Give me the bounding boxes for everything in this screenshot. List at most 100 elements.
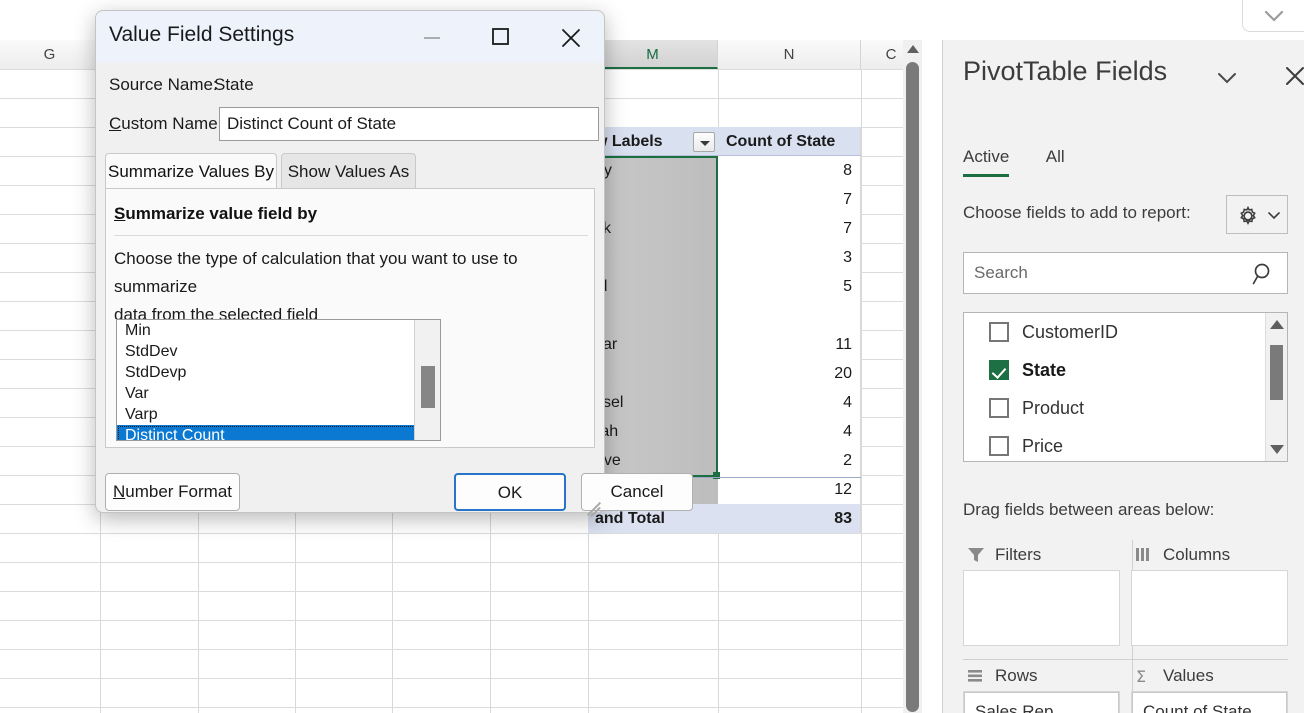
field-chip-rows-chevron-down-icon[interactable]: [1092, 706, 1108, 713]
field-list[interactable]: CustomerIDState Product Price: [963, 312, 1288, 462]
scroll-thumb[interactable]: [906, 62, 919, 712]
pivot-row[interactable]: eve2: [588, 446, 861, 475]
pivot-row[interactable]: 3: [588, 243, 861, 272]
field-list-item[interactable]: Price: [964, 427, 1287, 462]
pivot-row-label: e: [588, 359, 718, 388]
area-rows[interactable]: Rows Sales Rep: [963, 661, 1120, 713]
panel-menu-chevron-down-icon[interactable]: [1213, 68, 1241, 93]
pivot-row[interactable]: car11: [588, 330, 861, 359]
calculation-type-listbox[interactable]: MinStdDevStdDevpVarVarpDistinct Count: [116, 319, 441, 441]
checkbox-icon[interactable]: [989, 436, 1009, 456]
calculation-option[interactable]: Var: [117, 383, 440, 404]
area-filters-label: Filters: [995, 545, 1041, 564]
area-columns-dropzone[interactable]: [1131, 570, 1288, 646]
pivot-row-value: 5: [718, 272, 861, 301]
ok-button[interactable]: OK: [454, 473, 566, 511]
field-list-scroll-thumb[interactable]: [1270, 345, 1283, 400]
tab-summarize-values-by[interactable]: Summarize Values By: [105, 153, 277, 189]
custom-name-input[interactable]: Distinct Count of State: [219, 107, 599, 141]
pivot-header-row: w Labels Count of State: [588, 127, 861, 156]
pivot-row[interactable]: rah4: [588, 417, 861, 446]
pivot-row[interactable]: ssel4: [588, 388, 861, 417]
grid-column-line: [861, 69, 862, 713]
field-list-item-label: Product: [1022, 398, 1084, 418]
tab-active[interactable]: Active: [963, 145, 1009, 177]
field-list-scroll-up-arrow-icon[interactable]: [1270, 320, 1284, 329]
field-search-input[interactable]: Search: [963, 252, 1288, 294]
calculation-option[interactable]: Varp: [117, 404, 440, 425]
minimize-icon: [420, 27, 444, 47]
calculation-option[interactable]: StdDev: [117, 341, 440, 362]
field-list-item[interactable]: CustomerID: [964, 313, 1287, 351]
field-chip-rows[interactable]: Sales Rep: [964, 692, 1119, 713]
column-header-N[interactable]: N: [718, 40, 861, 69]
checkbox-checked-icon[interactable]: [989, 360, 1009, 380]
pivot-row[interactable]: [588, 301, 861, 330]
filter-icon: [965, 544, 987, 566]
checkbox-icon[interactable]: [989, 398, 1009, 418]
field-list-tools-button[interactable]: [1226, 195, 1288, 234]
field-chip-values[interactable]: Count of State: [1132, 692, 1287, 713]
area-rows-dropzone[interactable]: Sales Rep: [963, 691, 1120, 713]
panel-close-icon[interactable]: [1281, 62, 1304, 95]
field-chip-rows-label: Sales Rep: [975, 702, 1053, 713]
close-button[interactable]: [548, 11, 594, 63]
rows-icon: [965, 665, 987, 687]
field-list-item[interactable]: Product: [964, 389, 1287, 427]
pivot-row[interactable]: e20: [588, 359, 861, 388]
pivot-row[interactable]: b7: [588, 185, 861, 214]
field-chip-values-chevron-down-icon[interactable]: [1262, 706, 1278, 713]
grid-vertical-scrollbar[interactable]: [903, 40, 922, 713]
tab-show-values-as[interactable]: Show Values As: [281, 153, 416, 189]
area-values[interactable]: Σ Values Count of State: [1131, 661, 1288, 713]
ribbon-collapse-button[interactable]: [1242, 0, 1304, 32]
grid-row-line: [0, 620, 922, 621]
calculation-list-scroll-thumb[interactable]: [421, 366, 435, 408]
chevron-down-icon: [1262, 6, 1286, 26]
calculation-option[interactable]: StdDevp: [117, 362, 440, 383]
custom-name-accel: C: [109, 114, 121, 133]
custom-name-label: Custom Name:: [109, 114, 222, 134]
grid-row-line: [0, 707, 922, 708]
value-field-settings-dialog[interactable]: Value Field Settings Source Name: State …: [95, 10, 605, 513]
column-header-M[interactable]: M: [588, 40, 718, 69]
checkbox-icon[interactable]: [989, 322, 1009, 342]
calculation-option[interactable]: Distinct Count: [117, 425, 440, 441]
pivot-row[interactable]: ny8: [588, 156, 861, 185]
column-header-G[interactable]: G: [0, 40, 100, 69]
panel-header: PivotTable Fields: [963, 56, 1293, 100]
maximize-button[interactable]: [477, 11, 523, 63]
number-format-button[interactable]: Number Format: [105, 473, 240, 511]
tab-all[interactable]: All: [1046, 145, 1065, 174]
area-filters[interactable]: Filters: [963, 540, 1120, 646]
choose-fields-label: Choose fields to add to report:: [963, 203, 1191, 223]
drag-fields-label: Drag fields between areas below:: [963, 500, 1214, 520]
area-values-dropzone[interactable]: Count of State: [1131, 691, 1288, 713]
pivot-row[interactable]: ck7: [588, 214, 861, 243]
pivot-row[interactable]: el5: [588, 272, 861, 301]
pivot-row-label: car: [588, 330, 718, 359]
search-icon[interactable]: [1251, 261, 1277, 292]
calculation-list-scrollbar[interactable]: [414, 320, 440, 440]
grid-row-line: [0, 591, 922, 592]
panel-tabs: Active All: [963, 145, 1097, 177]
calculation-option[interactable]: Min: [117, 320, 440, 341]
area-filters-header: Filters: [963, 540, 1120, 570]
pivot-areas: Filters Columns: [963, 540, 1288, 713]
area-filters-dropzone[interactable]: [963, 570, 1120, 646]
grand-total-value: 83: [718, 504, 861, 533]
close-icon: [559, 27, 583, 49]
field-list-item[interactable]: State: [964, 351, 1287, 389]
area-columns[interactable]: Columns: [1131, 540, 1288, 646]
row-labels-filter-button[interactable]: [693, 132, 715, 152]
maximize-icon: [488, 27, 512, 47]
field-list-scroll-down-arrow-icon[interactable]: [1270, 445, 1284, 454]
minimize-button[interactable]: [409, 11, 455, 63]
pivot-row-value: 12: [718, 475, 861, 504]
panel-description: Choose the type of calculation that you …: [114, 245, 584, 329]
scroll-up-arrow-icon[interactable]: [907, 45, 919, 53]
dialog-resize-grip[interactable]: [585, 494, 605, 514]
field-list-scrollbar[interactable]: [1265, 313, 1287, 461]
pivot-row-value: 4: [718, 417, 861, 446]
dialog-title-bar[interactable]: Value Field Settings: [96, 11, 604, 63]
